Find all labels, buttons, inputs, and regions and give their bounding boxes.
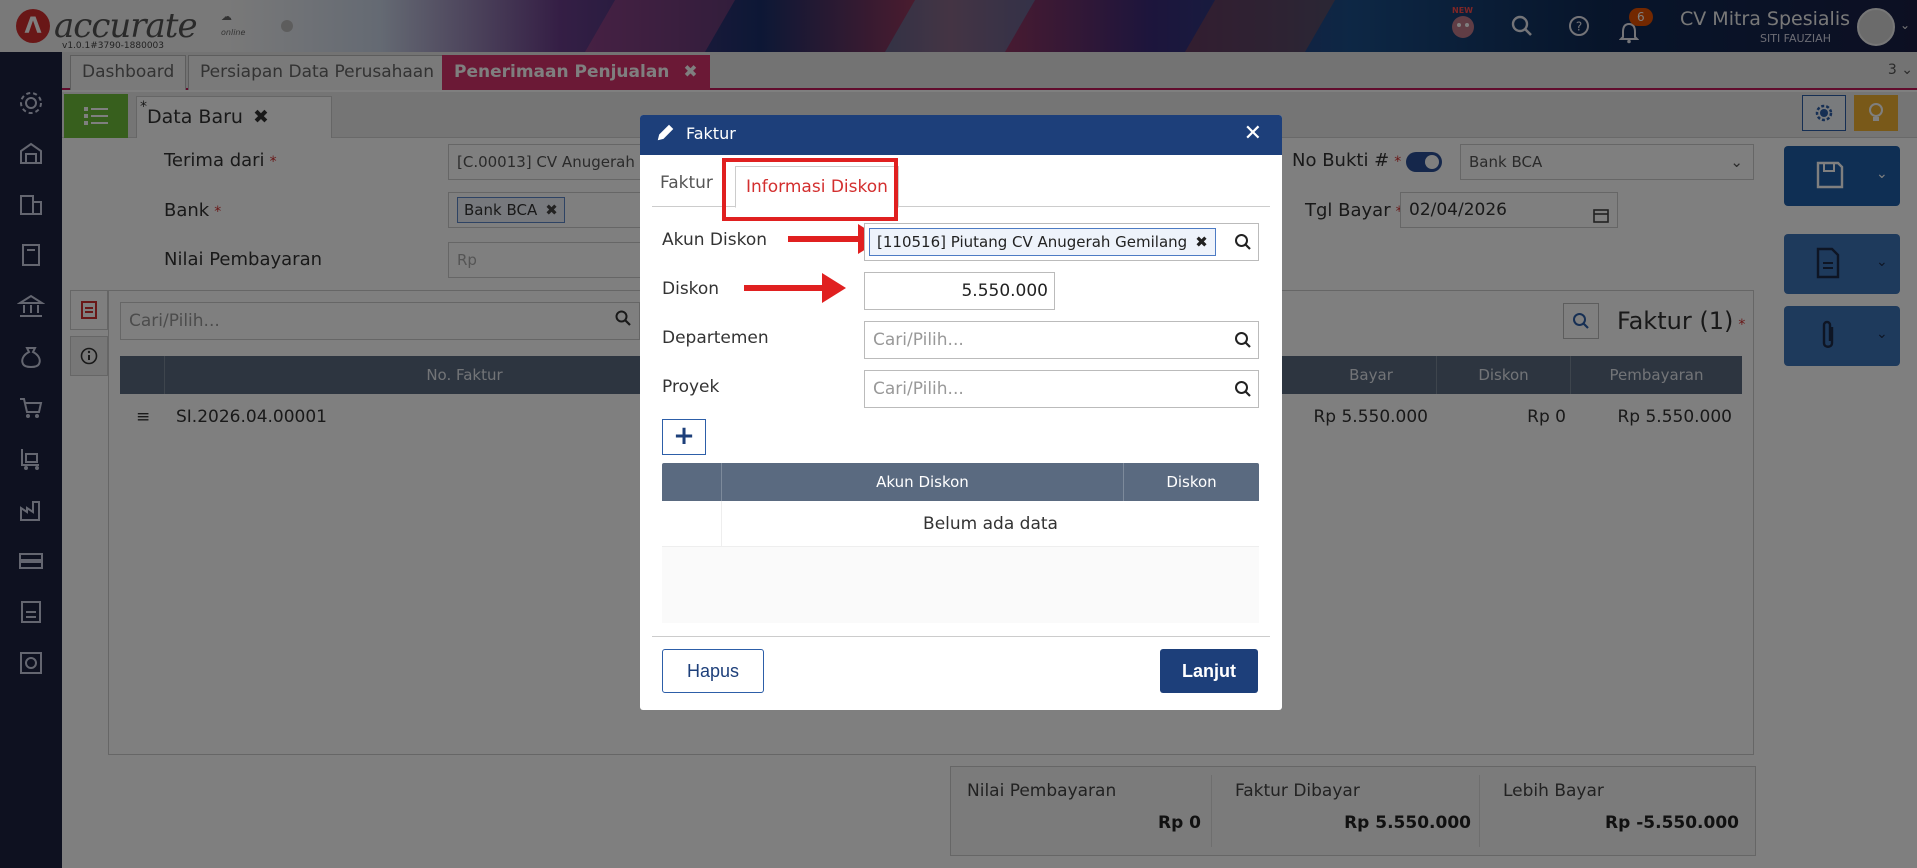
discount-table-header: Akun Diskon Diskon	[662, 463, 1259, 501]
pencil-icon	[656, 124, 674, 146]
highlight-box-annotation	[722, 158, 898, 221]
akun-diskon-field[interactable]: [110516] Piutang CV Anugerah Gemilang ✖	[864, 223, 1259, 261]
input-placeholder: Cari/Pilih...	[873, 379, 964, 399]
proyek-label: Proyek	[662, 377, 720, 397]
close-icon[interactable]: ✕	[1244, 121, 1262, 146]
table-cell	[662, 501, 722, 547]
table-empty-area	[662, 547, 1259, 623]
diskon-input[interactable]: 5.550.000	[864, 272, 1055, 310]
hapus-button[interactable]: Hapus	[662, 649, 764, 693]
diskon-label: Diskon	[662, 279, 720, 299]
lanjut-button[interactable]: Lanjut	[1160, 649, 1258, 693]
input-placeholder: Cari/Pilih...	[873, 330, 964, 350]
empty-state-text: Belum ada data	[923, 514, 1058, 534]
dialog-header: Faktur ✕	[640, 115, 1282, 155]
add-discount-button[interactable]: +	[662, 419, 706, 455]
akun-diskon-chip: [110516] Piutang CV Anugerah Gemilang ✖	[869, 228, 1216, 256]
akun-diskon-label: Akun Diskon	[662, 230, 767, 250]
departemen-label: Departemen	[662, 328, 769, 348]
diskon-value: 5.550.000	[961, 281, 1048, 301]
column-header-diskon: Diskon	[1166, 473, 1217, 491]
search-icon[interactable]	[1234, 380, 1252, 403]
tab-faktur[interactable]: Faktur	[660, 173, 713, 193]
table-header-handle	[662, 463, 722, 501]
remove-chip-icon[interactable]: ✖	[1195, 233, 1208, 251]
faktur-dialog: Faktur ✕ Faktur Informasi Diskon Akun Di…	[640, 115, 1282, 710]
column-header-akun-diskon: Akun Diskon	[722, 463, 1124, 501]
search-icon[interactable]	[1234, 233, 1252, 256]
red-arrow-annotation	[744, 273, 846, 303]
footer-divider	[652, 636, 1270, 637]
departemen-input[interactable]: Cari/Pilih...	[864, 321, 1259, 359]
discount-table: Akun Diskon Diskon Belum ada data	[662, 463, 1259, 623]
proyek-input[interactable]: Cari/Pilih...	[864, 370, 1259, 408]
search-icon[interactable]	[1234, 331, 1252, 354]
table-row: Belum ada data	[662, 501, 1259, 547]
dialog-title: Faktur	[686, 124, 736, 143]
red-arrow-annotation	[788, 224, 882, 254]
